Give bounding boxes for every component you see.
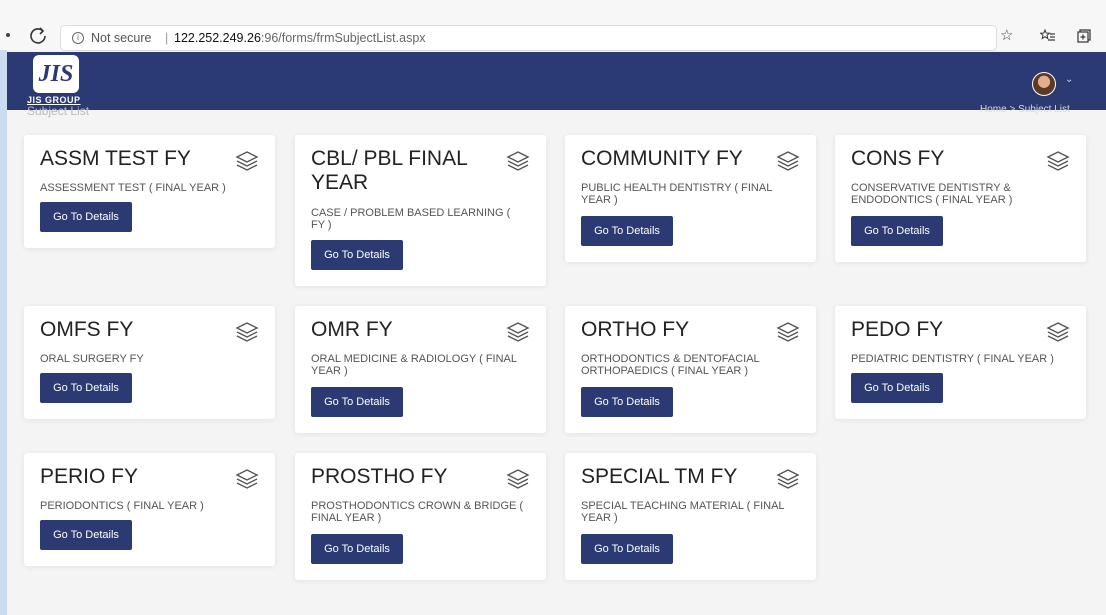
not-secure-label: Not secure (91, 31, 152, 45)
card-title: PERIO FY (40, 465, 139, 488)
url-host: 122.252.249.26 (174, 31, 261, 45)
favorites-icon[interactable] (1040, 28, 1056, 44)
subject-card: ORTHO FY ORTHODONTICS & DENTOFACIAL ORTH… (565, 306, 816, 433)
subject-card: OMR FY ORAL MEDICINE & RADIOLOGY ( FINAL… (295, 306, 546, 433)
card-description: ORTHODONTICS & DENTOFACIAL ORTHOPAEDICS … (581, 353, 760, 377)
card-title: COMMUNITY FY (581, 147, 743, 170)
back-indicator-icon[interactable] (6, 33, 10, 37)
card-title: OMFS FY (40, 318, 134, 341)
card-description: PUBLIC HEALTH DENTISTRY ( FINAL YEAR ) (581, 182, 772, 206)
app-header: JIS JIS GROUP ⌄ (7, 52, 1106, 110)
layers-icon (506, 469, 530, 489)
subject-card: CBL/ PBL FINAL YEAR CASE / PROBLEM BASED… (295, 135, 546, 286)
collections-icon[interactable] (1076, 28, 1092, 44)
go-to-details-button[interactable]: Go To Details (581, 216, 673, 246)
go-to-details-button[interactable]: Go To Details (40, 373, 132, 403)
layers-icon (506, 151, 530, 171)
page-title: Subject List (27, 104, 90, 118)
user-avatar[interactable] (1032, 72, 1056, 96)
layers-icon (235, 469, 259, 489)
url-text[interactable]: 122.252.249.26:96/forms/frmSubjectList.a… (174, 26, 426, 50)
url-separator: | (165, 31, 169, 45)
star-icon[interactable]: ☆ (1000, 26, 1013, 44)
subject-card: PROSTHO FY PROSTHODONTICS CROWN & BRIDGE… (295, 453, 546, 580)
card-title: ORTHO FY (581, 318, 690, 341)
layers-icon (776, 469, 800, 489)
subject-card: PERIO FY PERIODONTICS ( FINAL YEAR ) Go … (24, 453, 275, 566)
card-title: PEDO FY (851, 318, 944, 341)
go-to-details-button[interactable]: Go To Details (851, 216, 943, 246)
card-description: CONSERVATIVE DENTISTRY & ENDODONTICS ( F… (851, 182, 1013, 206)
go-to-details-button[interactable]: Go To Details (40, 202, 132, 232)
card-title: CBL/ PBL FINAL YEAR (311, 147, 468, 194)
card-title: OMR FY (311, 318, 393, 341)
url-path: :96/forms/frmSubjectList.aspx (260, 31, 426, 45)
go-to-details-button[interactable]: Go To Details (851, 373, 943, 403)
logo-mark: JIS (33, 55, 79, 93)
subject-card: PEDO FY PEDIATRIC DENTISTRY ( FINAL YEAR… (835, 306, 1086, 419)
card-title: PROSTHO FY (311, 465, 448, 488)
card-description: SPECIAL TEACHING MATERIAL ( FINAL YEAR ) (581, 500, 785, 524)
card-title: SPECIAL TM FY (581, 465, 738, 488)
left-edge-strip (0, 0, 7, 615)
subject-card: COMMUNITY FY PUBLIC HEALTH DENTISTRY ( F… (565, 135, 816, 262)
subject-card: CONS FY CONSERVATIVE DENTISTRY & ENDODON… (835, 135, 1086, 262)
card-description: CASE / PROBLEM BASED LEARNING ( FY ) (311, 207, 511, 231)
go-to-details-button[interactable]: Go To Details (581, 534, 673, 564)
chevron-down-icon[interactable]: ⌄ (1065, 74, 1073, 85)
go-to-details-button[interactable]: Go To Details (311, 240, 403, 270)
breadcrumb: Home > Subject List (980, 104, 1070, 115)
refresh-icon[interactable] (26, 24, 50, 48)
layers-icon (506, 322, 530, 342)
address-bar[interactable]: i Not secure | 122.252.249.26:96/forms/f… (60, 25, 997, 51)
subject-card: ASSM TEST FY ASSESSMENT TEST ( FINAL YEA… (24, 135, 275, 248)
go-to-details-button[interactable]: Go To Details (311, 387, 403, 417)
layers-icon (1046, 151, 1070, 171)
card-description: PERIODONTICS ( FINAL YEAR ) (40, 500, 204, 512)
go-to-details-button[interactable]: Go To Details (311, 534, 403, 564)
info-icon[interactable]: i (72, 32, 84, 44)
layers-icon (776, 322, 800, 342)
layers-icon (235, 322, 259, 342)
card-title: CONS FY (851, 147, 945, 170)
layers-icon (776, 151, 800, 171)
card-title: ASSM TEST FY (40, 147, 191, 170)
card-description: PEDIATRIC DENTISTRY ( FINAL YEAR ) (851, 353, 1054, 365)
browser-toolbar: i Not secure | 122.252.249.26:96/forms/f… (0, 0, 1106, 51)
card-description: ORAL MEDICINE & RADIOLOGY ( FINAL YEAR ) (311, 353, 517, 377)
card-description: ORAL SURGERY FY (40, 353, 144, 365)
layers-icon (1046, 322, 1070, 342)
go-to-details-button[interactable]: Go To Details (40, 520, 132, 550)
subject-card: OMFS FY ORAL SURGERY FY Go To Details (24, 306, 275, 419)
card-description: PROSTHODONTICS CROWN & BRIDGE ( FINAL YE… (311, 500, 524, 524)
layers-icon (235, 151, 259, 171)
jis-logo[interactable]: JIS JIS GROUP (27, 55, 89, 107)
go-to-details-button[interactable]: Go To Details (581, 387, 673, 417)
card-description: ASSESSMENT TEST ( FINAL YEAR ) (40, 182, 226, 194)
subject-card: SPECIAL TM FY SPECIAL TEACHING MATERIAL … (565, 453, 816, 580)
